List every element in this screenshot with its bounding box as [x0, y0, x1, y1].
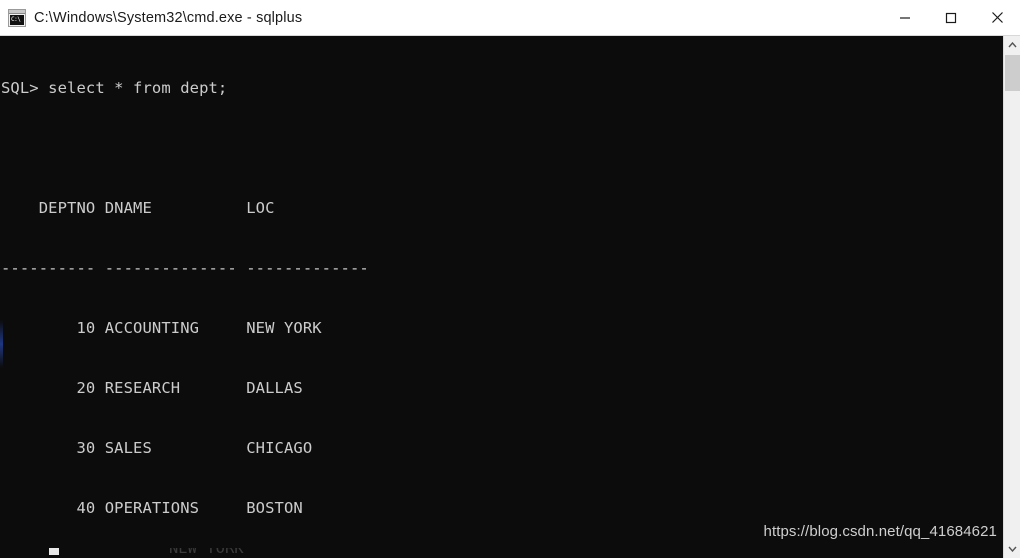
console-line-command: SQL> select * from dept; [1, 79, 228, 97]
console-line-separator: ---------- -------------- ------------- [1, 259, 369, 277]
cmd-icon-screen-text: C:\ [10, 14, 24, 25]
console-line-row-1: 10 ACCOUNTING NEW YORK [1, 319, 322, 337]
scroll-down-button[interactable] [1004, 540, 1020, 558]
clipped-bottom-text: NEW YORK [1, 548, 244, 557]
console-line-row-3: 30 SALES CHICAGO [1, 439, 313, 457]
chevron-up-icon [1007, 42, 1017, 48]
console-text-buffer: SQL> select * from dept; DEPTNO DNAME LO… [0, 38, 369, 558]
scrollbar-thumb[interactable] [1005, 55, 1020, 91]
clipped-bottom-cursor [49, 548, 59, 555]
minimize-button[interactable] [882, 0, 928, 35]
console-line-blank-1 [1, 138, 369, 158]
cmd-console-icon: C:\ [8, 8, 26, 27]
cmd-window: C:\ C:\Windows\System32\cmd.exe - sqlplu… [0, 0, 1020, 558]
close-button[interactable] [974, 0, 1020, 35]
clipped-bottom-row: NEW YORK [0, 548, 1003, 558]
vertical-scrollbar[interactable] [1003, 36, 1020, 558]
console-output-area[interactable]: SQL> select * from dept; DEPTNO DNAME LO… [0, 36, 1003, 558]
maximize-icon [945, 12, 957, 23]
chevron-down-icon [1007, 546, 1017, 552]
maximize-button[interactable] [928, 0, 974, 35]
watermark-url: https://blog.csdn.net/qq_41684621 [763, 523, 997, 540]
console-line-column-headers: DEPTNO DNAME LOC [1, 199, 275, 217]
window-titlebar[interactable]: C:\ C:\Windows\System32\cmd.exe - sqlplu… [0, 0, 1020, 36]
minimize-icon [900, 16, 910, 19]
close-icon [991, 12, 1003, 23]
window-title: C:\Windows\System32\cmd.exe - sqlplus [34, 9, 303, 26]
scroll-up-button[interactable] [1004, 36, 1020, 54]
console-line-row-4: 40 OPERATIONS BOSTON [1, 499, 303, 517]
cmd-icon-titlebar-stripe [9, 9, 25, 14]
scrollbar-track[interactable] [1004, 54, 1020, 540]
console-line-row-2: 20 RESEARCH DALLAS [1, 379, 303, 397]
